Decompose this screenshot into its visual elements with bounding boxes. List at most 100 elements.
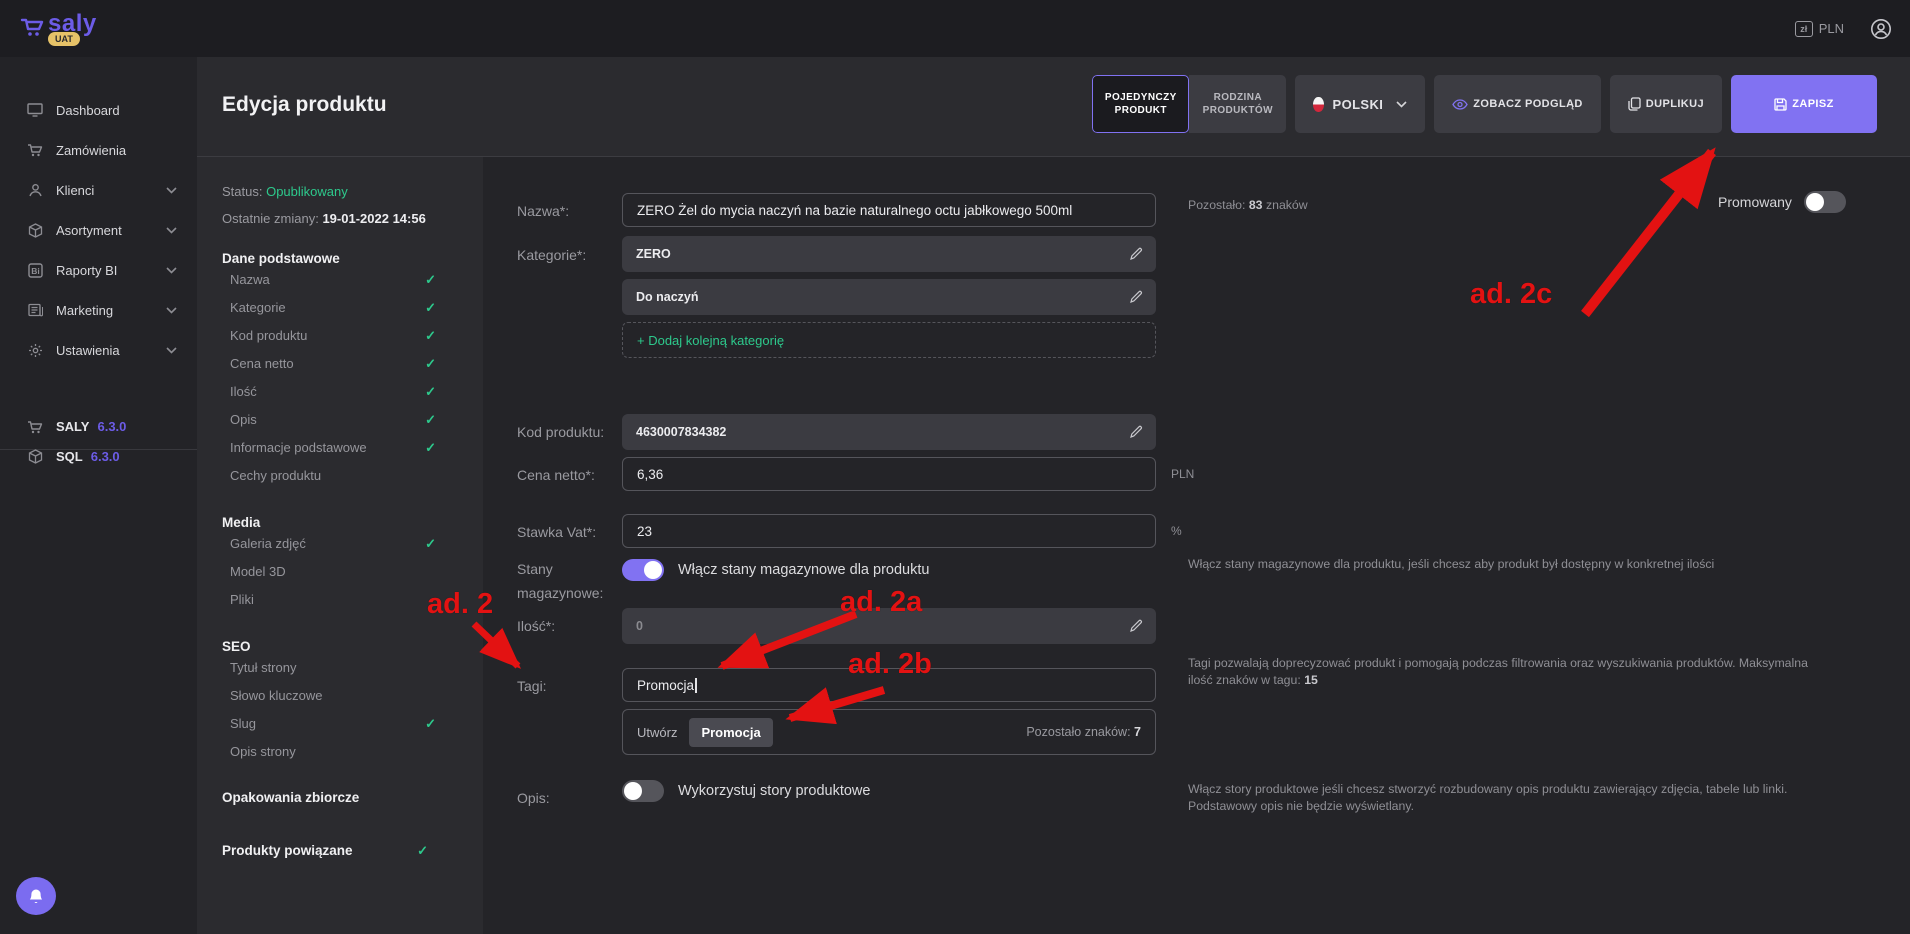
- category-chip-1[interactable]: ZERO: [622, 236, 1156, 272]
- preview-button[interactable]: ZOBACZ PODGLĄD: [1434, 75, 1601, 133]
- price-suffix: PLN: [1171, 467, 1195, 481]
- app-logo[interactable]: saly UAT: [20, 10, 97, 46]
- duplicate-button[interactable]: DUPLIKUJ: [1609, 75, 1722, 133]
- pencil-icon[interactable]: [1129, 290, 1143, 304]
- user-icon: [26, 183, 44, 197]
- pencil-icon[interactable]: [1129, 425, 1143, 439]
- section-title-seo: SEO: [222, 639, 251, 654]
- promoted-toggle[interactable]: [1803, 191, 1846, 213]
- save-icon: [1774, 97, 1787, 111]
- check-icon: ✓: [425, 300, 436, 315]
- description-label: Opis:: [517, 790, 550, 806]
- annotation-ad2a: ad. 2a: [840, 586, 923, 618]
- duplicate-label: DUPLIKUJ: [1645, 98, 1704, 110]
- language-dropdown[interactable]: POLSKI: [1295, 75, 1426, 133]
- story-toggle-label: Wykorzystuj story produktowe: [678, 783, 871, 799]
- vat-input[interactable]: 23: [622, 514, 1156, 548]
- sidebar-item-settings[interactable]: Ustawienia: [0, 332, 197, 368]
- panel-item-page-title[interactable]: Tytuł strony: [230, 654, 478, 682]
- currency-selector[interactable]: zł PLN: [1794, 20, 1844, 37]
- status-badge: Opublikowany: [266, 184, 348, 199]
- sidebar-item-bi-reports[interactable]: Bi Raporty BI: [0, 252, 197, 288]
- language-label: POLSKI: [1332, 96, 1384, 112]
- sidebar-item-label: Marketing: [56, 302, 114, 318]
- tab-single-product[interactable]: POJEDYNCZY PRODUKT: [1092, 75, 1190, 133]
- promoted-label: Promowany: [1718, 194, 1792, 210]
- product-type-segmented: POJEDYNCZY PRODUKT RODZINA PRODUKTÓW: [1092, 75, 1287, 133]
- monitor-icon: [26, 103, 44, 117]
- sidebar-item-orders[interactable]: Zamówienia: [0, 132, 197, 168]
- panel-item-gallery[interactable]: Galeria zdjęć ✓: [230, 530, 478, 558]
- panel-item-page-description[interactable]: Opis strony: [230, 738, 478, 766]
- name-value: ZERO Żel do mycia naczyń na bazie natura…: [637, 202, 1073, 218]
- panel-item-slug[interactable]: Slug ✓: [230, 710, 478, 738]
- tag-counter: Pozostało znaków: 7: [1026, 725, 1141, 739]
- chevron-down-icon: [166, 346, 177, 354]
- check-icon: ✓: [425, 272, 436, 287]
- sidebar-item-assortment[interactable]: Asortyment: [0, 212, 197, 248]
- panel-item-name[interactable]: Nazwa ✓: [230, 266, 478, 294]
- check-icon: ✓: [425, 716, 436, 731]
- notifications-fab[interactable]: [16, 877, 56, 915]
- sidebar-item-label: Ustawienia: [56, 342, 120, 358]
- last-modified-row: Ostatnie zmiany: 19-01-2022 14:56: [222, 211, 426, 226]
- version-number: 6.3.0: [90, 449, 120, 464]
- panel-item-net-price[interactable]: Cena netto ✓: [230, 350, 478, 378]
- tag-create-dropdown: Utwórz Promocja Pozostało znaków: 7: [622, 709, 1156, 755]
- pencil-icon[interactable]: [1129, 247, 1143, 261]
- main-sidebar: Dashboard Zamówienia Klienci Asortyment …: [0, 57, 197, 934]
- tab-product-family[interactable]: RODZINA PRODUKTÓW: [1189, 75, 1287, 133]
- tag-suggestion-chip[interactable]: Promocja: [689, 717, 773, 747]
- version-sql: SQL 6.3.0: [0, 449, 197, 464]
- stock-toggle-label: Włącz stany magazynowe dla produktu: [678, 562, 930, 578]
- sidebar-item-dashboard[interactable]: Dashboard: [0, 92, 197, 128]
- user-avatar-icon[interactable]: [1870, 18, 1892, 40]
- check-icon: ✓: [417, 843, 428, 858]
- panel-item-bulk-packaging[interactable]: Opakowania zbiorcze: [222, 790, 470, 805]
- poland-flag-icon: [1313, 96, 1324, 112]
- panel-item-description[interactable]: Opis ✓: [230, 406, 478, 434]
- panel-item-quantity[interactable]: Ilość ✓: [230, 378, 478, 406]
- section-title-basic-data: Dane podstawowe: [222, 251, 340, 266]
- topbar: saly UAT zł PLN: [0, 0, 1910, 57]
- currency-label: PLN: [1818, 21, 1844, 36]
- page-header: Edycja produktu POJEDYNCZY PRODUKT RODZI…: [197, 57, 1910, 157]
- panel-item-model3d[interactable]: Model 3D: [230, 558, 478, 586]
- add-category-button[interactable]: + Dodaj kolejną kategorię: [622, 322, 1156, 358]
- sidebar-item-marketing[interactable]: Marketing: [0, 292, 197, 328]
- panel-item-basic-info[interactable]: Informacje podstawowe ✓: [230, 434, 478, 462]
- panel-item-categories[interactable]: Kategorie ✓: [230, 294, 478, 322]
- version-saly: SALY 6.3.0: [0, 419, 197, 434]
- price-input[interactable]: 6,36: [622, 457, 1156, 491]
- sidebar-item-customers[interactable]: Klienci: [0, 172, 197, 208]
- gear-icon: [26, 343, 44, 358]
- annotation-ad2b: ad. 2b: [848, 648, 932, 680]
- panel-item-keyword[interactable]: Słowo kluczowe: [230, 682, 478, 710]
- name-input[interactable]: ZERO Żel do mycia naczyń na bazie natura…: [622, 193, 1156, 227]
- panel-item-product-features[interactable]: Cechy produktu: [230, 462, 478, 490]
- categories-label: Kategorie*:: [517, 247, 587, 263]
- check-icon: ✓: [425, 440, 436, 455]
- tags-label: Tagi:: [517, 678, 547, 694]
- currency-icon: zł: [1794, 20, 1813, 37]
- promoted-row: Promowany: [1718, 191, 1846, 213]
- story-toggle[interactable]: [622, 780, 664, 802]
- sidebar-item-label: Raporty BI: [56, 262, 118, 278]
- chevron-down-icon: [166, 186, 177, 194]
- stock-label: Stany magazynowe:: [517, 561, 604, 601]
- tags-helper: Tagi pozwalają doprecyzować produkt i po…: [1188, 656, 1808, 687]
- stock-toggle[interactable]: [622, 559, 664, 581]
- panel-item-related-products[interactable]: Produkty powiązane ✓: [222, 843, 470, 858]
- category-chip-2[interactable]: Do naczyń: [622, 279, 1156, 315]
- page-title: Edycja produktu: [222, 93, 387, 116]
- chevron-down-icon: [1396, 100, 1407, 108]
- quantity-label: Ilość*:: [517, 618, 556, 634]
- panel-item-product-code[interactable]: Kod produktu ✓: [230, 322, 478, 350]
- save-button[interactable]: ZAPISZ: [1731, 75, 1877, 133]
- product-code-field[interactable]: 4630007834382: [622, 414, 1156, 450]
- product-form: Nazwa*: ZERO Żel do mycia naczyń na bazi…: [483, 157, 1910, 934]
- description-helper: Włącz story produktowe jeśli chcesz stwo…: [1188, 782, 1788, 813]
- pencil-icon[interactable]: [1129, 619, 1143, 633]
- cart-icon: [26, 143, 44, 157]
- preview-label: ZOBACZ PODGLĄD: [1473, 98, 1583, 110]
